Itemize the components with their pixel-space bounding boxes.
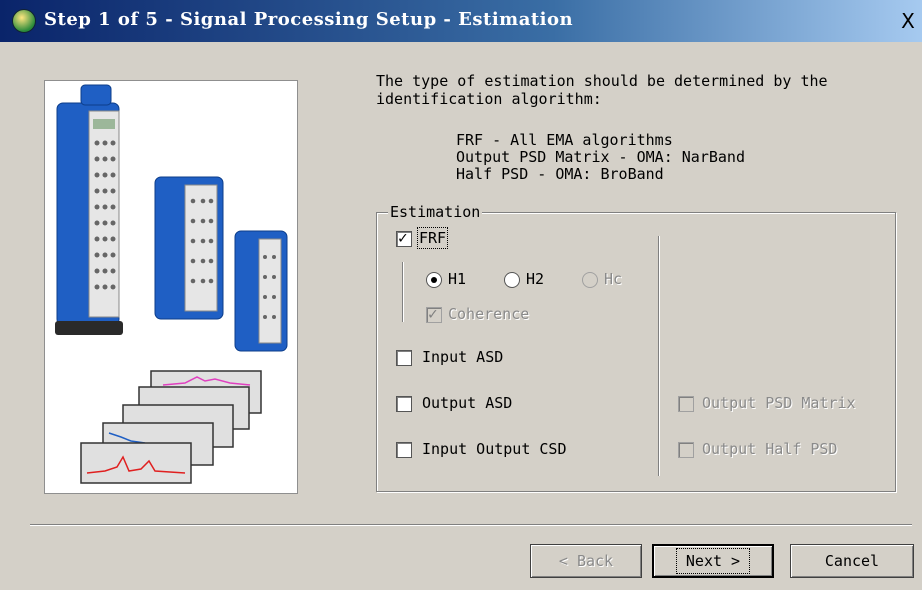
frf-options-indent-line <box>402 262 404 322</box>
back-button[interactable]: < Back <box>530 544 642 578</box>
algorithm-item-output-psd: Output PSD Matrix - OMA: NarBand <box>456 148 745 166</box>
algorithm-list: FRF - All EMA algorithms Output PSD Matr… <box>456 132 745 183</box>
next-button-label: Next > <box>675 548 751 574</box>
title-bar: Step 1 of 5 - Signal Processing Setup - … <box>0 0 922 42</box>
algorithm-item-frf: FRF - All EMA algorithms <box>456 131 673 149</box>
input-output-csd-checkbox[interactable] <box>396 442 412 458</box>
intro-description: The type of estimation should be determi… <box>376 72 896 108</box>
h2-radio[interactable] <box>504 272 520 288</box>
back-button-label: < Back <box>558 552 614 570</box>
input-asd-checkbox[interactable] <box>396 350 412 366</box>
checkmark-icon: ✓ <box>428 304 438 323</box>
algorithm-item-half-psd: Half PSD - OMA: BroBand <box>456 165 664 183</box>
output-asd-label[interactable]: Output ASD <box>422 394 512 412</box>
coherence-checkbox[interactable]: ✓ <box>426 304 442 323</box>
footer-divider <box>30 524 912 526</box>
hc-label[interactable]: Hc <box>604 270 622 288</box>
output-half-psd-label[interactable]: Output Half PSD <box>702 440 837 458</box>
app-icon <box>12 9 36 33</box>
checkmark-icon: ✓ <box>398 228 408 247</box>
window-title: Step 1 of 5 - Signal Processing Setup - … <box>44 9 574 30</box>
intro-line-2: identification algorithm: <box>376 90 602 108</box>
h2-label[interactable]: H2 <box>526 270 544 288</box>
output-psd-matrix-label[interactable]: Output PSD Matrix <box>702 394 856 412</box>
frf-checkbox[interactable]: ✓ <box>396 228 412 247</box>
group-column-divider <box>658 236 660 476</box>
radio-selected-dot <box>431 277 437 283</box>
next-button[interactable]: Next > <box>652 544 774 578</box>
output-psd-matrix-checkbox[interactable] <box>678 396 694 412</box>
frf-label[interactable]: FRF <box>416 227 449 249</box>
estimation-group-label: Estimation <box>388 203 483 221</box>
hardware-illustration <box>44 80 298 494</box>
coherence-label[interactable]: Coherence <box>448 305 529 323</box>
h1-radio[interactable] <box>426 272 442 288</box>
h1-label[interactable]: H1 <box>448 270 466 288</box>
cancel-button-label: Cancel <box>824 552 880 570</box>
input-asd-label[interactable]: Input ASD <box>422 348 503 366</box>
input-output-csd-label[interactable]: Input Output CSD <box>422 440 567 458</box>
large-hardware-unit <box>55 84 123 335</box>
close-button[interactable]: X <box>897 11 919 31</box>
output-asd-checkbox[interactable] <box>396 396 412 412</box>
data-acquisition-hardware-image <box>45 81 297 493</box>
cancel-button[interactable]: Cancel <box>790 544 914 578</box>
small-hardware-unit <box>234 230 288 352</box>
hc-radio[interactable] <box>582 272 598 288</box>
intro-line-1: The type of estimation should be determi… <box>376 72 828 90</box>
output-half-psd-checkbox[interactable] <box>678 442 694 458</box>
medium-hardware-unit <box>154 176 224 320</box>
